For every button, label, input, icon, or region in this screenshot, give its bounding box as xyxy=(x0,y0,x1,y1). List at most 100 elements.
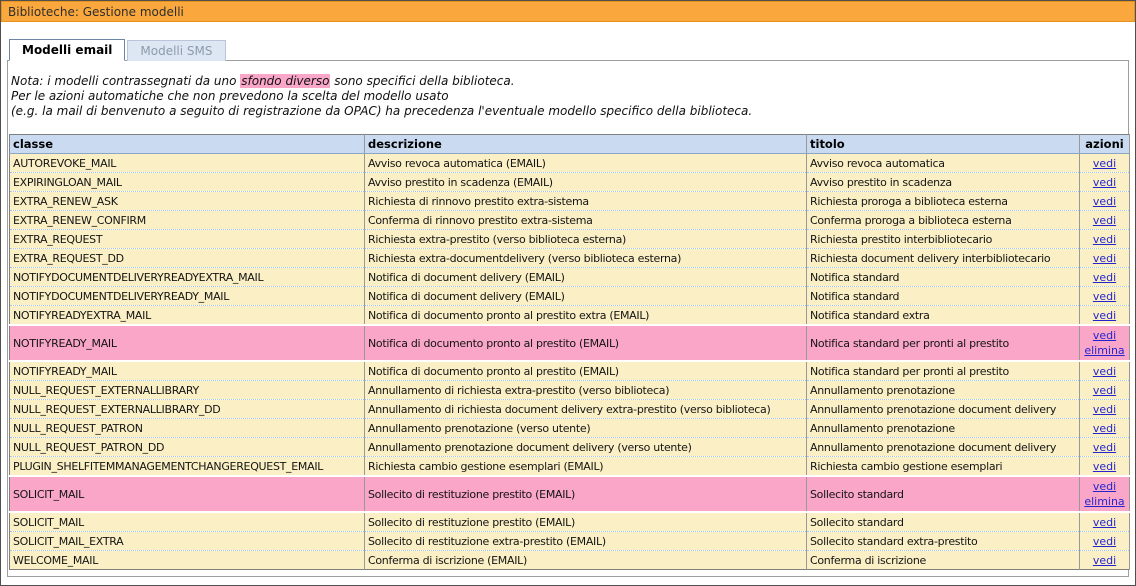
cell-azioni: vedielimina xyxy=(1080,476,1130,512)
table-row: WELCOME_MAIL Conferma di iscrizione (EMA… xyxy=(10,551,1130,570)
tabs-row: Modelli email Modelli SMS xyxy=(9,39,1129,61)
cell-azioni: vedi xyxy=(1080,381,1130,400)
vedi-link[interactable]: vedi xyxy=(1083,328,1126,343)
tab-modelli-sms-label: Modelli SMS xyxy=(140,44,212,58)
vedi-link[interactable]: vedi xyxy=(1093,535,1116,548)
cell-descrizione: Sollecito di restituzione extra-prestito… xyxy=(365,532,807,551)
tab-modelli-email[interactable]: Modelli email xyxy=(9,39,125,61)
vedi-link[interactable]: vedi xyxy=(1093,554,1116,567)
vedi-link[interactable]: vedi xyxy=(1093,195,1116,208)
cell-classe: SOLICIT_MAIL_EXTRA xyxy=(10,532,365,551)
vedi-link[interactable]: vedi xyxy=(1093,460,1116,473)
vedi-link[interactable]: vedi xyxy=(1093,403,1116,416)
vedi-link[interactable]: vedi xyxy=(1093,214,1116,227)
column-header-classe: classe xyxy=(10,135,365,154)
cell-titolo: Sollecito standard xyxy=(807,476,1080,512)
table-row: NOTIFYDOCUMENTDELIVERYREADYEXTRA_MAIL No… xyxy=(10,268,1130,287)
cell-descrizione: Notifica di document delivery (EMAIL) xyxy=(365,268,807,287)
cell-azioni: vedi xyxy=(1080,287,1130,306)
cell-classe: AUTOREVOKE_MAIL xyxy=(10,154,365,173)
table-header-row: classe descrizione titolo azioni xyxy=(10,135,1130,154)
cell-azioni: vedi xyxy=(1080,361,1130,381)
vedi-link[interactable]: vedi xyxy=(1093,365,1116,378)
note-line2: Per le azioni automatiche che non preved… xyxy=(11,89,449,103)
table-row: NOTIFYREADY_MAIL Notifica di documento p… xyxy=(10,361,1130,381)
vedi-link[interactable]: vedi xyxy=(1093,384,1116,397)
table-row: AUTOREVOKE_MAIL Avviso revoca automatica… xyxy=(10,154,1130,173)
vedi-link[interactable]: vedi xyxy=(1093,233,1116,246)
cell-classe: NOTIFYDOCUMENTDELIVERYREADY_MAIL xyxy=(10,287,365,306)
cell-descrizione: Sollecito di restituzione prestito (EMAI… xyxy=(365,512,807,532)
page-title: Biblioteche: Gestione modelli xyxy=(8,5,184,19)
vedi-link[interactable]: vedi xyxy=(1093,290,1116,303)
vedi-link[interactable]: vedi xyxy=(1093,516,1116,529)
vedi-link[interactable]: vedi xyxy=(1093,441,1116,454)
vedi-link[interactable]: vedi xyxy=(1093,252,1116,265)
elimina-link[interactable]: elimina xyxy=(1083,343,1126,358)
cell-titolo: Annullamento prenotazione xyxy=(807,419,1080,438)
cell-descrizione: Notifica di documento pronto al prestito… xyxy=(365,306,807,326)
table-row: NOTIFYREADYEXTRA_MAIL Notifica di docume… xyxy=(10,306,1130,326)
cell-descrizione: Richiesta cambio gestione esemplari (EMA… xyxy=(365,457,807,477)
cell-titolo: Annullamento prenotazione xyxy=(807,381,1080,400)
column-header-azioni: azioni xyxy=(1080,135,1130,154)
cell-azioni: vedi xyxy=(1080,173,1130,192)
tab-modelli-email-label: Modelli email xyxy=(22,43,112,57)
note-line1-post: sono specifici della biblioteca. xyxy=(330,74,514,88)
cell-titolo: Richiesta proroga a biblioteca esterna xyxy=(807,192,1080,211)
cell-titolo: Notifica standard xyxy=(807,268,1080,287)
cell-descrizione: Annullamento di richiesta extra-prestito… xyxy=(365,381,807,400)
vedi-link[interactable]: vedi xyxy=(1093,157,1116,170)
cell-descrizione: Annullamento prenotazione (verso utente) xyxy=(365,419,807,438)
note-line1-pre: Nota: i modelli contrassegnati da uno xyxy=(11,74,240,88)
table-row: EXPIRINGLOAN_MAIL Avviso prestito in sca… xyxy=(10,173,1130,192)
app-window: Biblioteche: Gestione modelli Modelli em… xyxy=(0,0,1136,586)
cell-descrizione: Conferma di rinnovo prestito extra-siste… xyxy=(365,211,807,230)
cell-descrizione: Avviso prestito in scadenza (EMAIL) xyxy=(365,173,807,192)
table-row: EXTRA_REQUEST Richiesta extra-prestito (… xyxy=(10,230,1130,249)
page-title-bar: Biblioteche: Gestione modelli xyxy=(1,1,1135,22)
tab-modelli-sms[interactable]: Modelli SMS xyxy=(127,40,225,61)
cell-titolo: Notifica standard xyxy=(807,287,1080,306)
cell-azioni: vedi xyxy=(1080,192,1130,211)
cell-titolo: Conferma di iscrizione xyxy=(807,551,1080,570)
table-row: NULL_REQUEST_EXTERNALLIBRARY Annullament… xyxy=(10,381,1130,400)
cell-descrizione: Avviso revoca automatica (EMAIL) xyxy=(365,154,807,173)
table-row: NULL_REQUEST_EXTERNALLIBRARY_DD Annullam… xyxy=(10,400,1130,419)
vedi-link[interactable]: vedi xyxy=(1083,479,1126,494)
cell-classe: NOTIFYREADYEXTRA_MAIL xyxy=(10,306,365,326)
cell-descrizione: Richiesta di rinnovo prestito extra-sist… xyxy=(365,192,807,211)
cell-classe: NOTIFYREADY_MAIL xyxy=(10,361,365,381)
vedi-link[interactable]: vedi xyxy=(1093,309,1116,322)
cell-descrizione: Conferma di iscrizione (EMAIL) xyxy=(365,551,807,570)
templates-table: classe descrizione titolo azioni AUTOREV… xyxy=(9,134,1130,570)
table-row: NULL_REQUEST_PATRON_DD Annullamento pren… xyxy=(10,438,1130,457)
vedi-link[interactable]: vedi xyxy=(1093,271,1116,284)
cell-titolo: Notifica standard extra xyxy=(807,306,1080,326)
cell-descrizione: Annullamento prenotazione document deliv… xyxy=(365,438,807,457)
elimina-link[interactable]: elimina xyxy=(1083,494,1126,509)
cell-azioni: vedi xyxy=(1080,438,1130,457)
cell-titolo: Sollecito standard xyxy=(807,512,1080,532)
table-row: NULL_REQUEST_PATRON Annullamento prenota… xyxy=(10,419,1130,438)
cell-azioni: vedi xyxy=(1080,512,1130,532)
cell-azioni: vedi xyxy=(1080,400,1130,419)
cell-classe: NULL_REQUEST_PATRON xyxy=(10,419,365,438)
cell-descrizione: Richiesta extra-documentdelivery (verso … xyxy=(365,249,807,268)
cell-descrizione: Notifica di document delivery (EMAIL) xyxy=(365,287,807,306)
cell-classe: NOTIFYDOCUMENTDELIVERYREADYEXTRA_MAIL xyxy=(10,268,365,287)
cell-classe: SOLICIT_MAIL xyxy=(10,512,365,532)
cell-azioni: vedi xyxy=(1080,230,1130,249)
cell-titolo: Annullamento prenotazione document deliv… xyxy=(807,438,1080,457)
cell-azioni: vedi xyxy=(1080,306,1130,326)
cell-titolo: Annullamento prenotazione document deliv… xyxy=(807,400,1080,419)
vedi-link[interactable]: vedi xyxy=(1093,422,1116,435)
cell-azioni: vedi xyxy=(1080,249,1130,268)
cell-azioni: vedi xyxy=(1080,154,1130,173)
cell-azioni: vedi xyxy=(1080,532,1130,551)
cell-classe: PLUGIN_SHELFITEMMANAGEMENTCHANGEREQUEST_… xyxy=(10,457,365,477)
note-highlight: sfondo diverso xyxy=(240,74,330,88)
vedi-link[interactable]: vedi xyxy=(1093,176,1116,189)
cell-titolo: Sollecito standard extra-prestito xyxy=(807,532,1080,551)
note-text: Nota: i modelli contrassegnati da uno sf… xyxy=(11,74,1125,119)
